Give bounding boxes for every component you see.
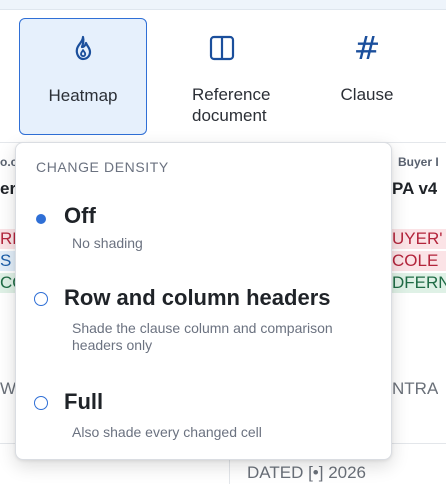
- right-column-header: PA v4: [392, 179, 438, 198]
- columns-icon: [158, 34, 286, 62]
- option-row-and-column-headers[interactable]: Row and column headers Shade the clause …: [16, 279, 393, 359]
- popover-heading: CHANGE DENSITY: [36, 159, 169, 175]
- left-cell-text: W: [0, 379, 17, 398]
- hash-icon: #: [353, 29, 381, 67]
- left-tag-green: CO: [0, 273, 16, 293]
- radio-unselected-icon[interactable]: [34, 396, 48, 410]
- option-full-description: Also shade every changed cell: [72, 424, 262, 440]
- flame-icon: [20, 35, 146, 63]
- option-full[interactable]: Full Also shade every changed cell: [16, 385, 393, 445]
- option-off-description: No shading: [72, 235, 143, 251]
- option-off-title: Off: [64, 203, 96, 228]
- right-tag-red-2: COLE: [392, 251, 446, 271]
- clause-button[interactable]: # Clause: [303, 18, 431, 135]
- option-headers-title: Row and column headers: [64, 285, 331, 310]
- left-tag-red: RK: [0, 229, 16, 249]
- radio-unselected-icon[interactable]: [34, 292, 48, 306]
- right-tag-red: UYER': [392, 229, 446, 249]
- right-tag-green: DFERN: [392, 273, 446, 293]
- top-strip: [0, 0, 446, 10]
- option-headers-description: Shade the clause column and comparison h…: [72, 320, 333, 353]
- clause-label: Clause: [340, 85, 394, 104]
- heatmap-button[interactable]: Heatmap: [19, 18, 147, 135]
- right-cell-text: NTRA: [392, 379, 439, 398]
- left-tag-blue: S: [0, 251, 16, 271]
- heatmap-label: Heatmap: [48, 86, 118, 105]
- right-column-header-label: Buyer I: [398, 155, 439, 169]
- option-off[interactable]: Off No shading: [16, 195, 393, 255]
- dated-line: DATED [•] 2026: [247, 463, 367, 482]
- option-full-title: Full: [64, 389, 104, 414]
- toolbar: Heatmap Reference document # Clause: [0, 10, 446, 142]
- left-column-header: er: [0, 179, 17, 198]
- reference-document-label: Reference document: [192, 85, 271, 125]
- reference-document-button[interactable]: Reference document: [158, 18, 286, 135]
- change-density-popover: CHANGE DENSITY Off No shading Row and co…: [15, 142, 392, 460]
- radio-selected-icon[interactable]: [36, 214, 46, 224]
